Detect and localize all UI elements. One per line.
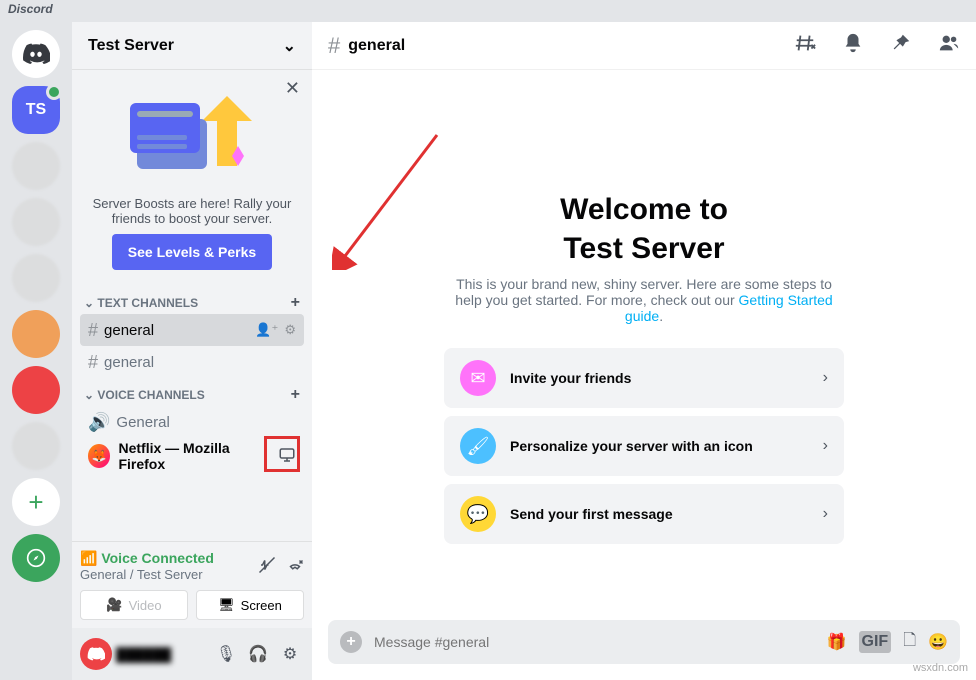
channel-title: general [348,37,405,55]
guild-item[interactable] [12,310,60,358]
welcome-title: Welcome toTest Server [560,190,728,268]
settings-gear-icon[interactable]: ⚙ [276,640,304,668]
annotation-arrow [332,130,442,270]
screen-share-icon[interactable] [278,446,296,467]
channel-name: general [104,322,154,339]
watermark: wsxdn.com [913,662,968,674]
hash-icon: # [88,352,98,373]
screen-button[interactable]: 🖥Screen [196,590,304,620]
chevron-right-icon: › [823,437,828,455]
invite-icon: ✉ [460,360,496,396]
noise-suppression-icon[interactable] [258,556,276,577]
guild-item[interactable] [12,254,60,302]
avatar[interactable] [80,638,112,670]
compass-icon [26,548,46,568]
voice-channel-general[interactable]: 🔊 General [80,406,304,438]
main-content: # general Welcome toTest Server This is … [312,22,976,680]
titlebar: Discord [0,0,976,22]
signal-icon: 📶 [80,550,97,566]
gift-icon[interactable]: 🎁 [827,632,847,652]
discord-icon [87,645,105,663]
channel-general[interactable]: # general [80,346,304,378]
card-label: Send your first message [510,506,809,522]
brush-icon: 🖌 [460,428,496,464]
message-input[interactable] [374,634,815,650]
members-icon[interactable] [938,32,960,59]
sticker-icon[interactable]: 🗋 [903,629,916,656]
firefox-icon: 🦊 [88,444,110,468]
gear-icon[interactable]: ⚙ [284,322,296,338]
threads-icon[interactable] [794,32,816,59]
deafen-icon[interactable]: 🎧 [244,640,272,668]
channel-sidebar: Test Server ⌄ ✕ Server Boosts are here! … [72,22,312,680]
category-text-channels[interactable]: ⌄ Text Channels + [80,286,304,314]
boost-banner: ✕ Server Boosts are here! Rally your fri… [72,70,312,286]
voice-panel: 📶 Voice Connected General / Test Server … [72,541,312,628]
category-voice-channels[interactable]: ⌄ Voice Channels + [80,378,304,406]
guild-abbrev: TS [26,101,46,119]
chevron-right-icon: › [823,505,828,523]
add-channel-icon[interactable]: + [291,386,300,404]
username: ██████ [116,647,208,662]
card-label: Invite your friends [510,370,809,386]
video-icon: 🎥 [106,597,122,613]
boost-art [88,86,296,196]
channel-general[interactable]: # general 👤⁺ ⚙ [80,314,304,346]
notification-icon[interactable] [842,32,864,59]
add-server-button[interactable]: + [12,478,60,526]
disconnect-icon[interactable] [286,556,304,577]
mute-icon[interactable]: 🎙 [212,640,240,668]
user-panel: ██████ 🎙 🎧 ⚙ [72,628,312,680]
channel-name: general [104,354,154,371]
explore-button[interactable] [12,534,60,582]
emoji-icon[interactable]: 😀 [928,632,948,652]
gif-icon[interactable]: GIF [859,631,892,653]
welcome-desc: This is your brand new, shiny server. He… [444,276,844,324]
server-name: Test Server [88,37,174,55]
chat-icon: 💬 [460,496,496,532]
speaker-icon: 🔊 [88,412,110,433]
chevron-right-icon: › [823,369,828,387]
attach-icon[interactable]: + [340,631,362,653]
card-invite-friends[interactable]: ✉ Invite your friends › [444,348,844,408]
invite-icon[interactable]: 👤⁺ [255,322,278,338]
voice-sub: General / Test Server [80,567,214,582]
voice-status-indicator [46,84,62,100]
chevron-down-icon: ⌄ [84,296,94,310]
welcome-screen: Welcome toTest Server This is your brand… [312,70,976,620]
guild-item[interactable] [12,422,60,470]
voice-status: 📶 Voice Connected [80,550,214,567]
add-channel-icon[interactable]: + [291,294,300,312]
channel-header: # general [312,22,976,70]
activity-title: Netflix — Mozilla Firefox [118,440,270,472]
card-label: Personalize your server with an icon [510,438,809,454]
activity-row[interactable]: 🦊 Netflix — Mozilla Firefox [80,438,304,474]
hash-icon: # [328,33,340,59]
channel-name: General [116,414,169,431]
boost-text: Server Boosts are here! Rally your frien… [88,196,296,226]
guild-list: TS + [0,22,72,680]
chevron-down-icon: ⌄ [84,388,94,402]
guild-item[interactable] [12,142,60,190]
chevron-down-icon: ⌄ [283,36,296,56]
discord-icon [22,40,50,68]
guild-test-server[interactable]: TS [12,86,60,134]
home-button[interactable] [12,30,60,78]
message-compose: + 🎁 GIF 🗋 😀 [328,620,960,664]
pin-icon[interactable] [890,32,912,59]
card-first-message[interactable]: 💬 Send your first message › [444,484,844,544]
boost-button[interactable]: See Levels & Perks [112,234,272,270]
guild-item[interactable] [12,366,60,414]
close-icon[interactable]: ✕ [285,78,300,99]
guild-item[interactable] [12,198,60,246]
screen-icon: 🖥 [218,597,235,613]
card-personalize[interactable]: 🖌 Personalize your server with an icon › [444,416,844,476]
hash-icon: # [88,320,98,341]
server-header[interactable]: Test Server ⌄ [72,22,312,70]
video-button[interactable]: 🎥Video [80,590,188,620]
